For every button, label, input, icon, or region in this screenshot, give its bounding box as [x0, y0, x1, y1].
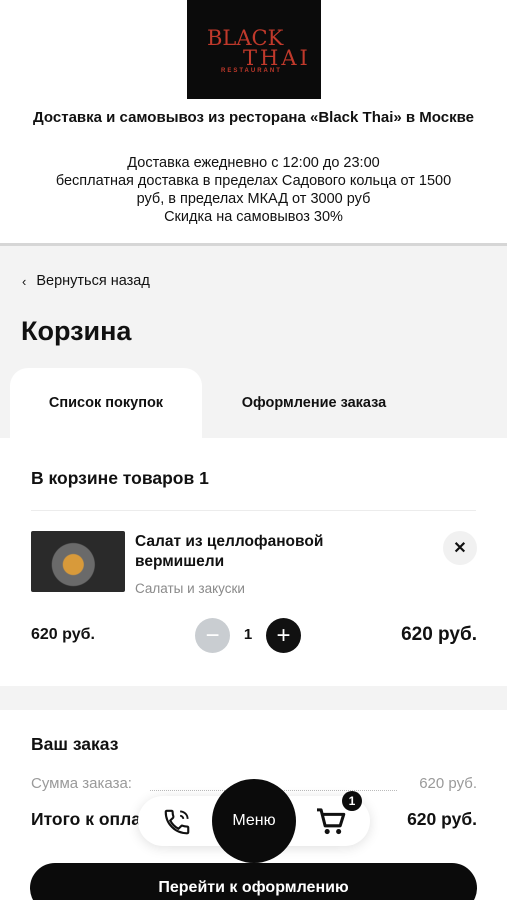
phone-icon[interactable]	[162, 807, 192, 837]
back-link[interactable]: ‹ Вернуться назад	[22, 273, 150, 289]
item-name[interactable]: Салат из целлофановой вермишели	[135, 532, 375, 572]
cart-count-badge: 1	[342, 791, 362, 811]
delivery-info-line: Доставка ежедневно с 12:00 до 23:00	[127, 155, 380, 171]
item-category: Салаты и закуски	[135, 581, 245, 596]
cart-divider	[31, 510, 476, 511]
restaurant-logo[interactable]: BLACK THAI RESTAURANT	[187, 0, 321, 99]
delivery-info-line: Скидка на самовывоз 30%	[164, 209, 343, 225]
decrease-quantity-button[interactable]: −	[195, 618, 230, 653]
page-title: Корзина	[21, 316, 132, 346]
quantity-value: 1	[243, 626, 253, 643]
remove-item-button[interactable]: ✕	[443, 531, 477, 565]
item-line-total: 620 руб.	[401, 624, 477, 645]
order-title: Ваш заказ	[31, 734, 119, 754]
delivery-info-line: руб, в пределах МКАД от 3000 руб	[136, 191, 371, 207]
order-pay-value: 620 руб.	[407, 809, 477, 829]
section-spacer	[0, 686, 507, 710]
checkout-button[interactable]: Перейти к оформлению	[30, 863, 477, 900]
close-icon: ✕	[453, 540, 467, 557]
item-thumbnail[interactable]	[31, 531, 125, 592]
plus-icon: +	[276, 621, 291, 649]
chevron-left-icon: ‹	[22, 273, 27, 289]
cart-header-section: ‹ Вернуться назад Корзина Список покупок…	[0, 246, 507, 438]
cart-panel: В корзине товаров 1 Салат из целлофаново…	[0, 438, 507, 686]
back-link-label: Вернуться назад	[36, 273, 150, 289]
tab-checkout[interactable]: Оформление заказа	[214, 368, 414, 438]
item-unit-price: 620 руб.	[31, 626, 95, 643]
cart-count: В корзине товаров 1	[31, 468, 209, 488]
cart-icon[interactable]	[315, 808, 347, 836]
menu-button[interactable]: Меню	[212, 779, 296, 863]
minus-icon: −	[205, 621, 220, 649]
increase-quantity-button[interactable]: +	[266, 618, 301, 653]
logo-text-thai: THAI	[243, 46, 311, 70]
delivery-info: Доставка ежедневно с 12:00 до 23:00 бесп…	[20, 154, 487, 226]
order-sum-label: Сумма заказа:	[31, 775, 132, 792]
order-sum-value: 620 руб.	[419, 775, 477, 792]
quantity-stepper: − 1 +	[195, 618, 302, 654]
site-header: BLACK THAI RESTAURANT Доставка и самовыв…	[0, 0, 507, 246]
logo-text-restaurant: RESTAURANT	[221, 68, 282, 74]
delivery-info-line: бесплатная доставка в пределах Садового …	[55, 173, 452, 189]
delivery-title: Доставка и самовывоз из ресторана «Black…	[33, 109, 474, 126]
tab-shopping-list[interactable]: Список покупок	[10, 368, 202, 438]
